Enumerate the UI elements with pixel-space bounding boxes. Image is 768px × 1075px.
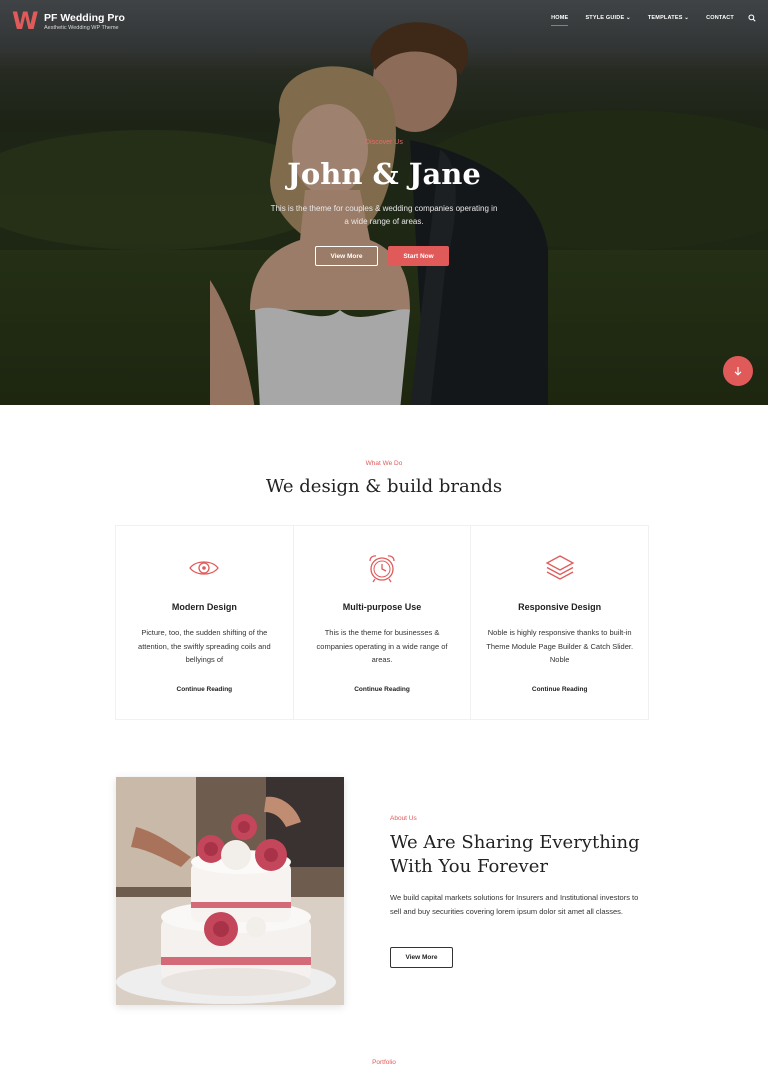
services-eyebrow: What We Do [365, 460, 403, 467]
start-now-button[interactable]: Start Now [388, 246, 449, 266]
service-card-title: Modern Design [171, 602, 237, 612]
hero-banner: W PF Wedding Pro Aesthetic Wedding WP Th… [0, 0, 768, 405]
continue-reading-link[interactable]: Continue Reading [471, 686, 648, 693]
about-text: We build capital markets solutions for I… [390, 893, 639, 916]
about-title: We Are Sharing Everything With You Forev… [390, 832, 640, 877]
portfolio-eyebrow: Portfolio [372, 1059, 396, 1066]
nav-item-style-guide[interactable]: STYLE GUIDE ⌄ [585, 15, 630, 21]
alarm-clock-icon [369, 555, 395, 583]
search-icon[interactable] [748, 14, 756, 22]
about-view-more-button[interactable]: View More [390, 947, 453, 968]
arrow-down-icon [734, 367, 742, 376]
service-card-text: Picture, too, the sudden shifting of the… [138, 628, 271, 664]
site-tagline: Aesthetic Wedding WP Theme [44, 25, 119, 31]
continue-reading-link[interactable]: Continue Reading [116, 686, 293, 693]
service-card-title: Multi-purpose Use [342, 602, 422, 612]
about-eyebrow: About Us [390, 815, 417, 822]
services-cards: Modern Design Picture, too, the sudden s… [115, 525, 650, 720]
nav-item-home[interactable]: HOME [551, 15, 569, 26]
view-more-button[interactable]: View More [315, 246, 378, 266]
wedding-cake-photo [116, 777, 344, 1005]
site-title[interactable]: PF Wedding Pro [44, 12, 125, 24]
layers-icon [545, 555, 575, 580]
service-card-text: This is the theme for businesses & compa… [316, 628, 448, 664]
hero-title: John & Jane [287, 157, 481, 191]
services-title: We design & build brands [265, 476, 503, 497]
hero-subtitle: This is the theme for couples & wedding … [270, 204, 498, 226]
scroll-down-button[interactable] [723, 356, 753, 386]
continue-reading-link[interactable]: Continue Reading [294, 686, 471, 693]
wedding-cake-illustration [116, 777, 344, 1005]
service-card: Modern Design Picture, too, the sudden s… [115, 525, 293, 720]
service-card-text: Noble is highly responsive thanks to bui… [486, 628, 634, 664]
nav-item-templates[interactable]: TEMPLATES ⌄ [648, 15, 689, 21]
eye-icon [189, 561, 220, 575]
hero-eyebrow: Discover Us [365, 139, 403, 146]
service-card: Multi-purpose Use This is the theme for … [292, 525, 471, 720]
nav-item-contact[interactable]: CONTACT [706, 15, 734, 21]
logo-mark[interactable]: W [12, 9, 38, 33]
service-card-title: Responsive Design [518, 602, 602, 612]
main-nav: HOME STYLE GUIDE ⌄ TEMPLATES ⌄ CONTACT [534, 14, 756, 26]
site-header: W PF Wedding Pro Aesthetic Wedding WP Th… [0, 0, 768, 44]
service-card: Responsive Design Noble is highly respon… [470, 525, 650, 720]
